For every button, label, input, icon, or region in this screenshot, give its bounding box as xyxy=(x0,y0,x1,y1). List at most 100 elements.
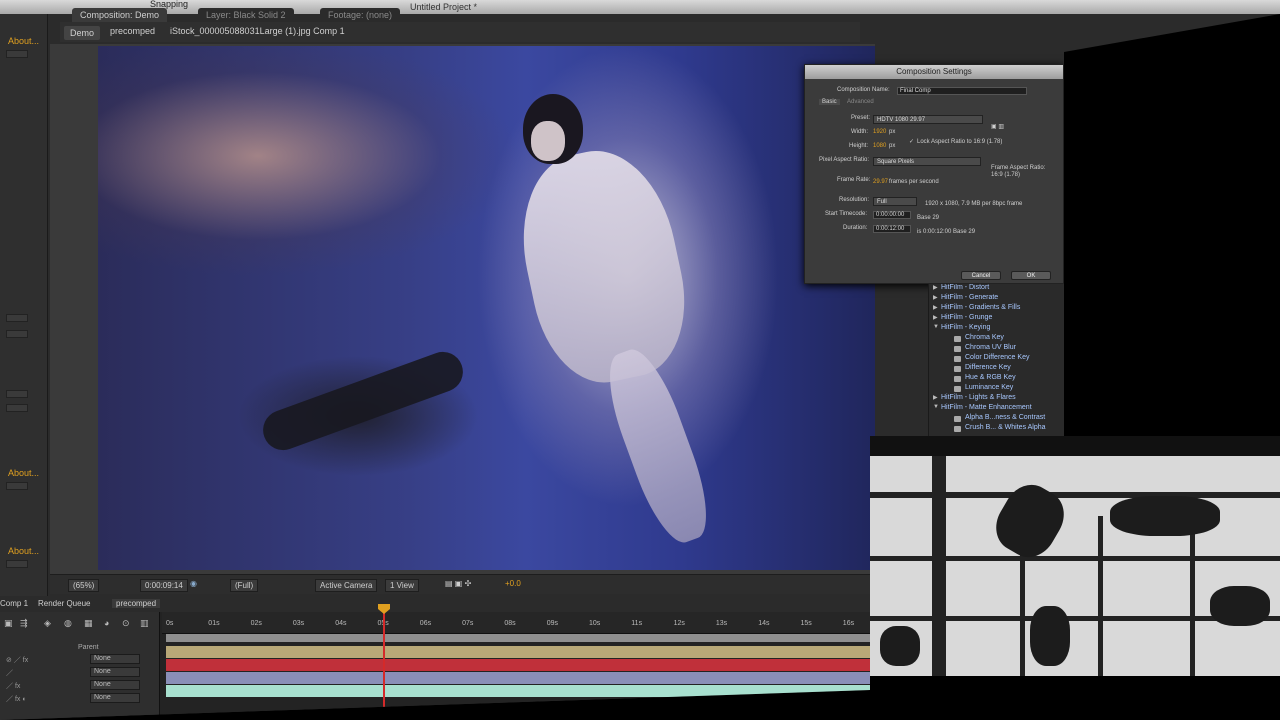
search-icon[interactable]: ▣ xyxy=(4,618,16,630)
zoom-dropdown[interactable]: (65%) xyxy=(68,579,100,592)
effect-category[interactable]: ▶ HitFilm - Lights & Flares xyxy=(929,394,1064,404)
left-dropdown-3[interactable] xyxy=(6,330,28,338)
triangle-right-icon[interactable]: ▶ xyxy=(933,394,938,401)
frame-blending-icon[interactable]: ▦ xyxy=(84,618,96,630)
left-dropdown-5[interactable] xyxy=(6,404,28,412)
tab-precomped[interactable]: precomped xyxy=(112,599,161,608)
layer-track-bar[interactable] xyxy=(166,659,870,671)
parent-dropdown[interactable]: None xyxy=(90,667,140,677)
comp-name-input[interactable]: Final Comp xyxy=(897,87,1027,95)
left-dropdown-6[interactable] xyxy=(6,482,28,490)
breadcrumb-precomped[interactable]: precomped xyxy=(110,26,155,36)
left-dropdown-7[interactable] xyxy=(6,560,28,568)
about-link-2[interactable]: About... xyxy=(8,468,39,478)
effect-category[interactable]: ▶ HitFilm - Generate xyxy=(929,294,1064,304)
work-area-bar[interactable] xyxy=(166,634,870,642)
graph-editor-icon[interactable]: ⊙ xyxy=(122,618,134,630)
triangle-down-icon[interactable]: ▼ xyxy=(933,404,939,410)
chart-icon[interactable]: ▥ xyxy=(140,618,152,630)
tab-composition[interactable]: Composition: Demo xyxy=(72,8,168,23)
left-dropdown-4[interactable] xyxy=(6,390,28,398)
effect-label: HitFilm - Gradients & Fills xyxy=(941,304,1021,311)
silhouette xyxy=(986,475,1074,567)
motion-blur-icon[interactable]: ◕ xyxy=(104,618,116,630)
shy-icon[interactable]: ◍ xyxy=(64,618,76,630)
draft-3d-icon[interactable]: ◈ xyxy=(44,618,56,630)
about-link-3[interactable]: About... xyxy=(8,546,39,556)
parent-dropdown[interactable]: None xyxy=(90,654,140,664)
lock-checkbox-icon[interactable]: ✓ xyxy=(909,138,914,145)
layer-switches[interactable]: ／ fx xyxy=(6,681,56,690)
playhead[interactable] xyxy=(383,604,385,720)
tab-footage[interactable]: Footage: (none) xyxy=(320,8,401,23)
layer-switches[interactable]: ／ fx ◐ xyxy=(6,694,56,703)
preset-dropdown[interactable]: HDTV 1080 29.97 xyxy=(873,115,983,124)
width-unit: px xyxy=(889,129,896,135)
triangle-right-icon[interactable]: ▶ xyxy=(933,284,938,291)
composition-viewer[interactable] xyxy=(50,44,875,574)
cancel-button[interactable]: Cancel xyxy=(961,271,1001,280)
layer-row[interactable]: ⊘ ／ fx None xyxy=(0,654,160,666)
breadcrumb: Demo precomped iStock_000005088031Large … xyxy=(60,22,860,42)
lock-aspect-label: Lock Aspect Ratio to 16:9 (1.78) xyxy=(917,139,1003,145)
resolution-dropdown[interactable]: (Full) xyxy=(230,579,259,592)
layer-track-bar[interactable] xyxy=(166,685,870,697)
parent-dropdown[interactable]: None xyxy=(90,680,140,690)
effect-item[interactable]: Alpha B...ness & Contrast xyxy=(929,414,1064,424)
layer-row[interactable]: ／ fx ◐ None xyxy=(0,693,160,705)
effect-item[interactable]: Color Difference Key xyxy=(929,354,1064,364)
triangle-down-icon[interactable]: ▼ xyxy=(933,324,939,330)
left-dropdown-1[interactable] xyxy=(6,50,28,58)
save-preset-icon[interactable]: ▣ ▥ xyxy=(991,123,1004,130)
layer-track-bar[interactable] xyxy=(166,672,870,684)
effect-category[interactable]: ▼ HitFilm - Matte Enhancement xyxy=(929,404,1064,414)
start-timecode-input[interactable]: 0:00:00:00 xyxy=(873,211,911,219)
effect-item[interactable]: Chroma Key xyxy=(929,334,1064,344)
effect-item[interactable]: Difference Key xyxy=(929,364,1064,374)
view-dropdown[interactable]: 1 View xyxy=(385,579,419,592)
effect-item[interactable]: Crush B... & Whites Alpha xyxy=(929,424,1064,434)
ruler-tick-label: 04s xyxy=(335,620,347,627)
ok-button[interactable]: OK xyxy=(1011,271,1051,280)
frame-rate-value[interactable]: 29.97 xyxy=(873,179,888,185)
effect-item[interactable]: Luminance Key xyxy=(929,384,1064,394)
left-panel: About... About... About... xyxy=(0,14,48,614)
triangle-right-icon[interactable]: ▶ xyxy=(933,314,938,321)
effect-item[interactable]: Hue & RGB Key xyxy=(929,374,1064,384)
layer-row[interactable]: ／ None xyxy=(0,667,160,679)
duration-input[interactable]: 0:00:12:00 xyxy=(873,225,911,233)
width-value[interactable]: 1920 xyxy=(873,129,886,135)
left-dropdown-2[interactable] xyxy=(6,314,28,322)
effect-item[interactable]: Chroma UV Blur xyxy=(929,344,1064,354)
time-ruler[interactable]: 0s01s02s03s04s05s06s07s08s09s10s11s12s13… xyxy=(162,612,870,634)
effect-category[interactable]: ▼ HitFilm - Keying xyxy=(929,324,1064,334)
breadcrumb-demo[interactable]: Demo xyxy=(64,26,101,40)
layer-track-bar[interactable] xyxy=(166,646,870,658)
tab-comp1[interactable]: Comp 1 xyxy=(0,599,28,608)
triangle-right-icon[interactable]: ▶ xyxy=(933,294,938,301)
effect-category[interactable]: ▶ HitFilm - Distort xyxy=(929,284,1064,294)
about-link-1[interactable]: About... xyxy=(8,36,39,46)
parent-dropdown[interactable]: None xyxy=(90,693,140,703)
composition-mini-flowchart-icon[interactable]: ⇶ xyxy=(20,618,32,630)
layer-switches[interactable]: ／ xyxy=(6,668,56,677)
tab-basic[interactable]: Basic xyxy=(819,99,840,105)
resolution-dropdown[interactable]: Full xyxy=(873,197,917,206)
tab-render-queue[interactable]: Render Queue xyxy=(38,599,90,608)
breadcrumb-comp1[interactable]: iStock_000005088031Large (1).jpg Comp 1 xyxy=(170,26,345,36)
timecode-display[interactable]: 0:00:09:14 xyxy=(140,579,188,592)
snapshot-icon[interactable]: ◉ xyxy=(190,579,197,588)
tab-advanced[interactable]: Advanced xyxy=(847,99,874,105)
effect-category[interactable]: ▶ HitFilm - Grunge xyxy=(929,314,1064,324)
tab-layer[interactable]: Layer: Black Solid 2 xyxy=(198,8,294,23)
exposure-value[interactable]: +0.0 xyxy=(505,579,521,588)
effect-label: Luminance Key xyxy=(965,384,1014,391)
camera-dropdown[interactable]: Active Camera xyxy=(315,579,378,592)
layer-row[interactable]: ／ fx None xyxy=(0,680,160,692)
effect-category[interactable]: ▶ HitFilm - Gradients & Fills xyxy=(929,304,1064,314)
triangle-right-icon[interactable]: ▶ xyxy=(933,304,938,311)
fast-preview-icon[interactable]: ▤ ▣ ✣ xyxy=(445,579,471,588)
layer-switches[interactable]: ⊘ ／ fx xyxy=(6,655,56,664)
height-value[interactable]: 1080 xyxy=(873,143,886,149)
pixel-aspect-dropdown[interactable]: Square Pixels xyxy=(873,157,981,166)
